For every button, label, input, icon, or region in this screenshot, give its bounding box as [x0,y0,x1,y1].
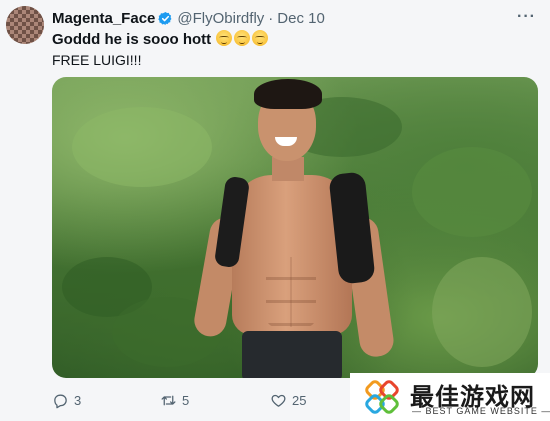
photo-subject [191,77,402,378]
tweet-text: Goddd he is sooo hott FREE LUIGI!!! [52,30,270,70]
reply-button[interactable]: 3 [52,392,81,409]
relieved-face-icon [216,30,233,46]
author-name[interactable]: Magenta_Face [52,10,155,27]
retweet-button[interactable]: 5 [160,392,189,409]
relieved-face-icon [252,30,269,46]
tweet-actions: 3 5 25 [52,392,352,412]
site-watermark: 最佳游戏网 — BEST GAME WEBSITE — [350,373,550,421]
tweet-date[interactable]: Dec 10 [277,10,325,27]
reply-count: 3 [74,393,82,408]
tweet-photo[interactable] [52,77,538,378]
author-handle[interactable]: @FlyObirdfly [177,10,264,27]
like-button[interactable]: 25 [270,392,306,409]
relieved-face-icon [234,30,251,46]
verified-badge-icon [158,11,173,26]
reply-icon [54,394,67,409]
site-logo-icon [365,380,399,414]
tweet-header: Magenta_Face @FlyObirdfly · Dec 10 [52,9,325,27]
relieved-emoji-group [216,30,270,50]
retweet-icon [161,395,176,406]
more-icon[interactable]: ··· [517,8,536,26]
separator-dot: · [268,9,274,27]
avatar[interactable] [6,6,44,44]
like-count: 25 [292,393,307,408]
retweet-count: 5 [182,393,190,408]
tweet-card: Magenta_Face @FlyObirdfly · Dec 10 ··· G… [0,0,550,421]
like-icon [271,394,286,407]
tweet-text-line1: Goddd he is sooo hott [52,31,212,48]
watermark-subtitle: — BEST GAME WEBSITE — [412,406,550,416]
tweet-text-line2: FREE LUIGI!!! [52,52,142,68]
